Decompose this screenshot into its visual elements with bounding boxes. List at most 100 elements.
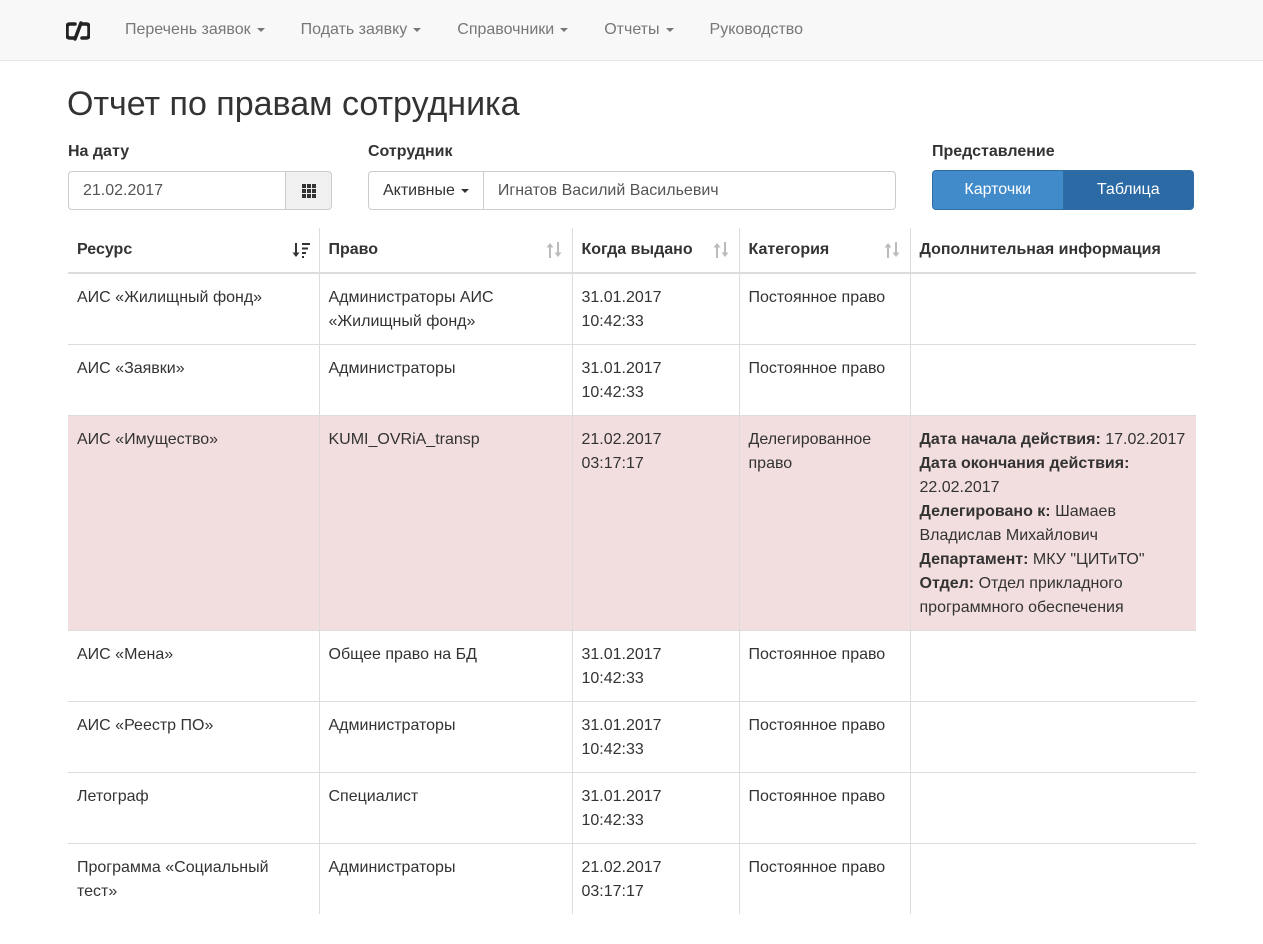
sort-icon (883, 241, 901, 264)
brand-logo-icon[interactable] (65, 20, 91, 42)
table-row: АИС «Жилищный фонд» Администраторы АИС «Ж… (68, 272, 1196, 345)
nav-item[interactable]: Перечень заявок (107, 0, 283, 60)
cell-resource: АИС «Жилищный фонд» (68, 272, 319, 345)
table-row: АИС «Имущество» KUMI_OVRiA_transp 21.02.20… (68, 415, 1196, 631)
issued-time: 10:42:33 (581, 741, 644, 758)
cell-issued: 31.01.2017 10:42:33 (571, 630, 739, 702)
issued-time: 10:42:33 (581, 384, 644, 401)
info-line: Департамент: МКУ "ЦИТиТО" (920, 548, 1188, 572)
nav-item[interactable]: Справочники (439, 0, 586, 60)
cell-category: Делегированное право (738, 415, 910, 631)
nav-item-label: Справочники (457, 21, 555, 38)
info-value: 17.02.2017 (1105, 431, 1186, 448)
date-label: На дату (68, 143, 130, 160)
view-table-button[interactable]: Таблица (1063, 170, 1194, 210)
cell-category: Постоянное право (738, 272, 910, 345)
cell-issued: 31.01.2017 10:42:33 (571, 772, 739, 844)
issued-time: 10:42:33 (581, 313, 644, 330)
cell-right: Администраторы (318, 344, 572, 416)
table-row: АИС «Мена» Общее право на БД 31.01.2017 10:… (68, 630, 1196, 702)
cell-issued: 21.02.2017 03:17:17 (571, 415, 739, 631)
nav-item-label: Подать заявку (300, 21, 408, 38)
issued-date: 31.01.2017 (581, 788, 662, 805)
info-value: 22.02.2017 (919, 479, 1000, 496)
cell-info (909, 630, 1196, 702)
cell-info (909, 701, 1196, 773)
sort-desc-icon (292, 241, 310, 264)
nav-item[interactable]: Подать заявку (283, 0, 440, 60)
column-header-issued[interactable]: Когда выдано (571, 228, 739, 274)
cell-issued: 31.01.2017 10:42:33 (571, 344, 739, 416)
table-header-row: Ресурс Право Когда выдано Категория Допо… (68, 228, 1196, 274)
nav-item[interactable]: Отчеты (586, 0, 691, 60)
issued-time: 10:42:33 (581, 812, 644, 829)
sort-icon (545, 241, 563, 264)
grid-icon (301, 183, 316, 198)
cell-resource: АИС «Мена» (68, 630, 319, 702)
caret-down-icon (413, 27, 422, 32)
info-line: Дата окончания действия: 22.02.2017 (920, 452, 1188, 500)
employee-input[interactable]: Игнатов Василий Васильевич (483, 171, 896, 210)
column-header-right[interactable]: Право (318, 228, 572, 274)
view-toggle: Карточки Таблица (932, 170, 1194, 210)
cell-info (909, 344, 1196, 416)
cell-resource: АИС «Имущество» (68, 415, 319, 631)
cell-category: Постоянное право (738, 344, 910, 416)
employee-status-label: Активные (383, 182, 455, 199)
employee-status-dropdown[interactable]: Активные (368, 171, 484, 210)
cell-right: KUMI_OVRiA_transp (318, 415, 572, 631)
cell-info (909, 772, 1196, 844)
info-line: Делегировано к: Шамаев Владислав Михайло… (920, 500, 1188, 548)
info-key: Департамент: (919, 551, 1029, 568)
cell-resource: АИС «Заявки» (68, 344, 319, 416)
cell-info: Дата начала действия: 17.02.2017 Дата око… (909, 415, 1196, 631)
page-title: Отчет по правам сотрудника (67, 85, 520, 123)
issued-date: 31.01.2017 (581, 646, 662, 663)
info-key: Делегировано к: (919, 503, 1051, 520)
cell-issued: 31.01.2017 10:42:33 (571, 272, 739, 345)
sort-icon (712, 241, 730, 264)
issued-date: 31.01.2017 (581, 717, 662, 734)
issued-time: 03:17:17 (581, 883, 644, 900)
caret-down-icon (560, 27, 569, 32)
column-header-category[interactable]: Категория (738, 228, 910, 274)
cell-resource: АИС «Реестр ПО» (68, 701, 319, 773)
view-cards-button[interactable]: Карточки (932, 170, 1064, 210)
caret-down-icon (665, 27, 674, 32)
nav-item[interactable]: Руководство (692, 0, 822, 60)
caret-down-icon (256, 27, 265, 32)
cell-right: Общее право на БД (318, 630, 572, 702)
issued-date: 21.02.2017 (581, 859, 662, 876)
cell-right: Специалист (318, 772, 572, 844)
issued-date: 21.02.2017 (581, 431, 662, 448)
issued-date: 31.01.2017 (581, 289, 662, 306)
info-line: Дата начала действия: 17.02.2017 (920, 428, 1188, 452)
table-row: Летограф Специалист 31.01.2017 10:42:33 Пост… (68, 772, 1196, 844)
info-value: МКУ "ЦИТиТО" (1032, 551, 1145, 568)
column-header-resource[interactable]: Ресурс (68, 228, 319, 274)
table-row: АИС «Реестр ПО» Администраторы 31.01.2017 1… (68, 701, 1196, 773)
issued-date: 31.01.2017 (581, 360, 662, 377)
date-input[interactable]: 21.02.2017 (68, 171, 285, 210)
calendar-button[interactable] (285, 171, 332, 210)
view-label: Представление (932, 143, 1055, 160)
issued-time: 03:17:17 (581, 455, 644, 472)
issued-time: 10:42:33 (581, 670, 644, 687)
rights-table: Ресурс Право Когда выдано Категория Допо… (68, 228, 1196, 914)
table-row: АИС «Заявки» Администраторы 31.01.2017 10:4… (68, 344, 1196, 416)
cell-category: Постоянное право (738, 843, 910, 914)
cell-category: Постоянное право (738, 772, 910, 844)
column-header-label: Дополнительная информация (919, 241, 1161, 258)
cell-info (909, 843, 1196, 914)
cell-right: Администраторы (318, 701, 572, 773)
nav-item-label: Перечень заявок (125, 21, 251, 38)
caret-down-icon (460, 188, 469, 193)
employee-picker: Активные Игнатов Василий Васильевич (368, 171, 896, 210)
info-key: Отдел: (919, 575, 975, 592)
date-picker: 21.02.2017 (68, 171, 332, 210)
info-key: Дата окончания действия: (919, 455, 1130, 472)
cell-issued: 21.02.2017 03:17:17 (571, 843, 739, 914)
cell-info (909, 272, 1196, 345)
cell-resource: Летограф (68, 772, 319, 844)
cell-category: Постоянное право (738, 630, 910, 702)
